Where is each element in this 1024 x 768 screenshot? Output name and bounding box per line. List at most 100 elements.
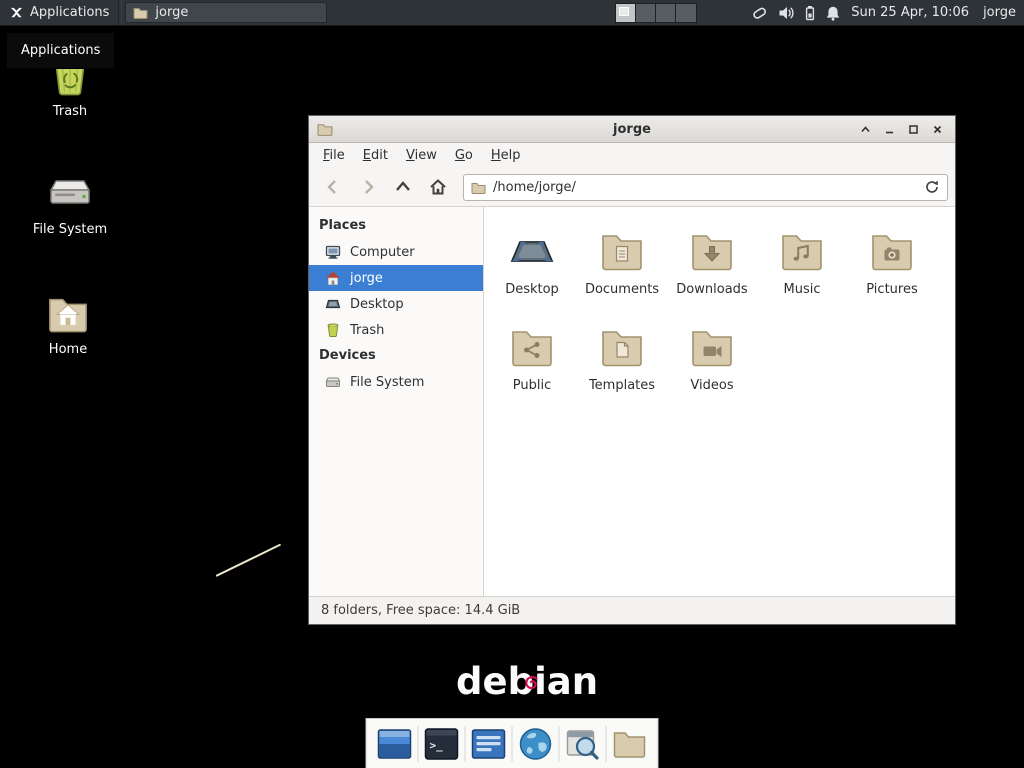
sidebar-devices-header: Devices bbox=[309, 343, 483, 369]
folder-label: Videos bbox=[690, 378, 733, 393]
applications-menu-button[interactable]: Applications bbox=[0, 0, 118, 25]
minimize-button[interactable] bbox=[880, 120, 899, 139]
menu-edit[interactable]: Edit bbox=[354, 145, 397, 166]
maximize-button[interactable] bbox=[904, 120, 923, 139]
sidebar-item-jorge[interactable]: jorge bbox=[309, 265, 483, 291]
folder-item-pictures[interactable]: Pictures bbox=[847, 223, 937, 319]
workspace-4[interactable] bbox=[676, 4, 696, 22]
applications-label: Applications bbox=[30, 5, 109, 20]
folder-item-music[interactable]: Music bbox=[757, 223, 847, 319]
show-desktop-icon bbox=[378, 727, 412, 761]
desktop-icon bbox=[324, 296, 341, 312]
workspace-2[interactable] bbox=[636, 4, 656, 22]
menu-bar: File Edit View Go Help bbox=[309, 143, 955, 168]
hard-drive-icon bbox=[47, 170, 93, 216]
shade-button[interactable] bbox=[856, 120, 875, 139]
desktop-artifact-line bbox=[216, 544, 282, 577]
menu-help[interactable]: Help bbox=[482, 145, 530, 166]
username-applet[interactable]: jorge bbox=[983, 5, 1016, 20]
sidebar-item-file-system[interactable]: File System bbox=[309, 369, 483, 395]
folder-icon bbox=[613, 729, 647, 759]
globe-icon bbox=[519, 727, 553, 761]
folder-label: Music bbox=[784, 282, 821, 297]
folder-item-templates[interactable]: Templates bbox=[577, 319, 667, 415]
desktop-icon-label: File System bbox=[33, 222, 107, 237]
computer-icon bbox=[324, 244, 341, 260]
taskbar-window-button[interactable]: jorge bbox=[125, 2, 327, 23]
toolbar: /home/jorge/ bbox=[309, 168, 955, 207]
terminal-launcher[interactable]: >_ bbox=[419, 722, 465, 766]
application-finder-launcher[interactable] bbox=[560, 722, 606, 766]
home-icon bbox=[324, 270, 341, 286]
debian-logo: debian bbox=[456, 660, 598, 703]
sidebar-item-trash[interactable]: Trash bbox=[309, 317, 483, 343]
sidebar-item-label: Computer bbox=[350, 245, 415, 260]
terminal-icon: >_ bbox=[425, 727, 459, 761]
folder-label: Downloads bbox=[676, 282, 747, 297]
sidebar-item-desktop[interactable]: Desktop bbox=[309, 291, 483, 317]
top-panel: Applications jorge Sun 25 Apr, 10:06 jor… bbox=[0, 0, 1024, 26]
path-folder-icon bbox=[471, 181, 486, 194]
desktop-icon-label: Trash bbox=[53, 104, 87, 119]
reload-icon[interactable] bbox=[924, 179, 940, 195]
mouse-icon[interactable] bbox=[751, 5, 768, 21]
status-bar: 8 folders, Free space: 14.4 GiB bbox=[309, 596, 955, 624]
trash-icon bbox=[324, 322, 341, 338]
music-folder-icon bbox=[778, 227, 826, 275]
bottom-dock: >_ bbox=[366, 718, 659, 768]
menu-view[interactable]: View bbox=[397, 145, 446, 166]
file-manager-window: jorge File Edit View Go Help /home/jorge… bbox=[308, 115, 956, 625]
file-manager-launcher[interactable] bbox=[466, 722, 512, 766]
debian-swirl-icon bbox=[524, 657, 540, 700]
svg-text:>_: >_ bbox=[430, 739, 444, 752]
up-button[interactable] bbox=[386, 173, 419, 201]
window-titlebar[interactable]: jorge bbox=[309, 116, 955, 143]
workspace-1[interactable] bbox=[616, 4, 636, 22]
desktop-icon-file-system[interactable]: File System bbox=[22, 170, 118, 237]
window-controls bbox=[856, 120, 947, 139]
system-tray bbox=[751, 5, 841, 21]
notifications-bell-icon[interactable] bbox=[825, 5, 841, 21]
folder-label: Documents bbox=[585, 282, 659, 297]
downloads-folder-icon bbox=[688, 227, 736, 275]
path-bar[interactable]: /home/jorge/ bbox=[463, 174, 948, 201]
hard-drive-icon bbox=[324, 374, 341, 390]
pictures-folder-icon bbox=[868, 227, 916, 275]
folder-label: Public bbox=[513, 378, 551, 393]
folder-item-public[interactable]: Public bbox=[487, 319, 577, 415]
workspace-switcher[interactable] bbox=[615, 3, 697, 23]
magnifier-icon bbox=[566, 727, 600, 761]
workspace-3[interactable] bbox=[656, 4, 676, 22]
sidebar-item-label: jorge bbox=[350, 271, 383, 286]
back-button[interactable] bbox=[316, 173, 349, 201]
documents-folder-icon bbox=[598, 227, 646, 275]
file-manager-icon bbox=[472, 727, 506, 761]
applications-tooltip: Applications bbox=[6, 32, 115, 69]
menu-file[interactable]: File bbox=[314, 145, 354, 166]
folder-grid: Desktop Documents bbox=[484, 207, 955, 596]
taskbar-window-label: jorge bbox=[155, 5, 188, 20]
show-desktop-launcher[interactable] bbox=[372, 722, 418, 766]
path-text: /home/jorge/ bbox=[493, 180, 576, 195]
battery-icon[interactable] bbox=[805, 5, 815, 21]
directory-menu-launcher[interactable] bbox=[607, 722, 653, 766]
close-button[interactable] bbox=[928, 120, 947, 139]
folder-label: Templates bbox=[589, 378, 655, 393]
desktop-icon-home[interactable]: Home bbox=[20, 290, 116, 357]
volume-icon[interactable] bbox=[778, 5, 795, 21]
folder-item-downloads[interactable]: Downloads bbox=[667, 223, 757, 319]
folder-item-desktop[interactable]: Desktop bbox=[487, 223, 577, 319]
home-button[interactable] bbox=[421, 173, 454, 201]
web-browser-launcher[interactable] bbox=[513, 722, 559, 766]
user-desktop-icon bbox=[508, 227, 556, 275]
clock[interactable]: Sun 25 Apr, 10:06 bbox=[851, 5, 969, 20]
forward-button[interactable] bbox=[351, 173, 384, 201]
status-text: 8 folders, Free space: 14.4 GiB bbox=[321, 603, 520, 618]
menu-go[interactable]: Go bbox=[446, 145, 482, 166]
panel-separator bbox=[118, 0, 122, 25]
sidebar-item-computer[interactable]: Computer bbox=[309, 239, 483, 265]
folder-item-documents[interactable]: Documents bbox=[577, 223, 667, 319]
window-body: Places Computer jorge Desktop bbox=[309, 207, 955, 596]
sidebar-item-label: Trash bbox=[350, 323, 384, 338]
folder-item-videos[interactable]: Videos bbox=[667, 319, 757, 415]
